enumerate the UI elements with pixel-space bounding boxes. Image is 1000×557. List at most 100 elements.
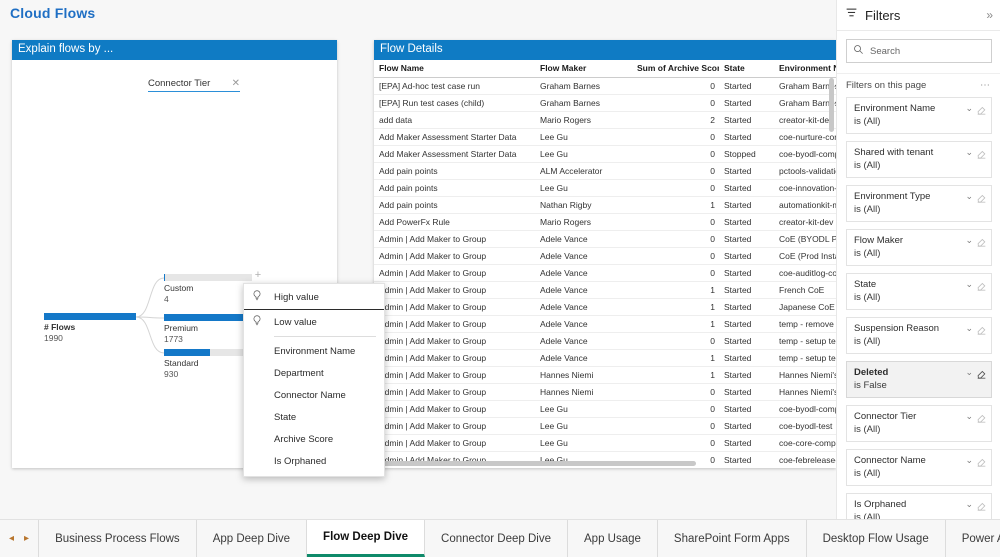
table-row[interactable]: Add pain pointsNathan Rigby1Startedautom…: [374, 197, 836, 214]
table-row[interactable]: Admin | Add Maker to GroupLee Gu0Started…: [374, 401, 836, 418]
eraser-icon[interactable]: [976, 102, 987, 120]
table-row[interactable]: add dataMario Rogers2Startedcreator-kit-…: [374, 112, 836, 129]
filter-card[interactable]: Environment Typeis (All)⌄: [846, 185, 992, 222]
table-body[interactable]: Flow Name Flow Maker Sum of Archive Scor…: [374, 60, 836, 468]
chevron-down-icon[interactable]: ⌄: [965, 499, 973, 510]
page-tab[interactable]: App Deep Dive: [197, 520, 307, 557]
chevron-down-icon[interactable]: ⌄: [965, 235, 973, 246]
page-tab[interactable]: Connector Deep Dive: [425, 520, 568, 557]
table-row[interactable]: Admin | Add Maker to GroupAdele Vance1St…: [374, 282, 836, 299]
page-tab[interactable]: App Usage: [568, 520, 658, 557]
report-page: Cloud Flows Explain flows by ... Connect…: [0, 0, 1000, 557]
filter-card[interactable]: Connector Nameis (All)⌄: [846, 449, 992, 486]
context-menu-item[interactable]: High value: [244, 286, 384, 308]
chevron-down-icon[interactable]: ⌄: [965, 323, 973, 334]
chevron-down-icon[interactable]: ⌄: [965, 103, 973, 114]
chevron-down-icon[interactable]: ⌄: [965, 147, 973, 158]
close-icon[interactable]: ✕: [232, 79, 240, 88]
table-row[interactable]: Admin | Add Maker to GroupHannes Niemi1S…: [374, 367, 836, 384]
chevron-down-icon[interactable]: ⌄: [965, 455, 973, 466]
chevron-down-icon[interactable]: ⌄: [965, 411, 973, 422]
eraser-icon[interactable]: [976, 278, 987, 296]
table-row[interactable]: Add pain pointsLee Gu0Startedcoe-innovat…: [374, 180, 836, 197]
filter-card[interactable]: Flow Makeris (All)⌄: [846, 229, 992, 266]
eraser-icon[interactable]: [976, 366, 987, 384]
tree-node-premium[interactable]: + Premium 1773: [164, 314, 252, 345]
filter-card[interactable]: Shared with tenantis (All)⌄: [846, 141, 992, 178]
table-row[interactable]: Add PowerFx RuleMario Rogers0Startedcrea…: [374, 214, 836, 231]
table-row[interactable]: Admin | Add Maker to GroupAdele Vance1St…: [374, 316, 836, 333]
column-header-environment-name[interactable]: Environment Name: [774, 60, 836, 78]
eraser-icon[interactable]: [976, 190, 987, 208]
page-tab[interactable]: Desktop Flow Usage: [807, 520, 946, 557]
table-row[interactable]: Add Maker Assessment Starter DataLee Gu0…: [374, 146, 836, 163]
scrollbar-thumb[interactable]: [829, 78, 834, 132]
context-menu-item[interactable]: Is Orphaned: [244, 450, 384, 472]
filter-card[interactable]: Environment Nameis (All)⌄: [846, 97, 992, 134]
table-horizontal-scrollbar[interactable]: [376, 461, 828, 466]
context-menu-item[interactable]: Connector Name: [244, 384, 384, 406]
eraser-icon[interactable]: [976, 410, 987, 428]
filter-card[interactable]: Connector Tieris (All)⌄: [846, 405, 992, 442]
table-vertical-scrollbar[interactable]: [829, 78, 834, 464]
table-row[interactable]: Add pain pointsALM Accelerator0Startedpc…: [374, 163, 836, 180]
page-tab[interactable]: SharePoint Form Apps: [658, 520, 807, 557]
cell-archive-score: 0: [632, 146, 719, 163]
tree-node-context-menu[interactable]: High value Low value Environment NameDepar…: [243, 283, 385, 477]
eraser-icon[interactable]: [976, 454, 987, 472]
table-row[interactable]: Admin | Add Maker to GroupHannes Niemi0S…: [374, 384, 836, 401]
chevron-down-icon[interactable]: ⌄: [965, 367, 973, 378]
context-menu-item[interactable]: Archive Score: [244, 428, 384, 450]
triangle-left-icon[interactable]: ◂: [9, 534, 14, 544]
filter-card[interactable]: Stateis (All)⌄: [846, 273, 992, 310]
column-header-archive-score[interactable]: Sum of Archive Score: [632, 60, 719, 78]
table-row[interactable]: Admin | Add Maker to GroupLee Gu0Started…: [374, 435, 836, 452]
ellipsis-icon[interactable]: ⋯: [980, 80, 991, 91]
table-row[interactable]: Admin | Add Maker to GroupAdele Vance0St…: [374, 248, 836, 265]
cell-state: Started: [719, 163, 774, 180]
context-menu-item[interactable]: Low value: [244, 311, 384, 333]
filter-card[interactable]: Deletedis False⌄: [846, 361, 992, 398]
triangle-right-icon[interactable]: ▸: [24, 534, 29, 544]
column-header-state[interactable]: State: [719, 60, 774, 78]
context-menu-item[interactable]: Department: [244, 362, 384, 384]
tree-node-custom[interactable]: + Custom 4: [164, 274, 252, 305]
eraser-icon[interactable]: [976, 498, 987, 516]
table-row[interactable]: Admin | Add Maker to GroupAdele Vance1St…: [374, 350, 836, 367]
cell-archive-score: 0: [632, 333, 719, 350]
table-row[interactable]: Admin | Add Maker to GroupAdele Vance0St…: [374, 265, 836, 282]
context-menu-item[interactable]: State: [244, 406, 384, 428]
cell-flow-maker: Adele Vance: [535, 231, 632, 248]
column-header-flow-name[interactable]: Flow Name: [374, 60, 535, 78]
search-input[interactable]: [870, 46, 985, 57]
table-row[interactable]: Admin | Add Maker to GroupAdele Vance0St…: [374, 231, 836, 248]
eraser-icon[interactable]: [976, 234, 987, 252]
table-row[interactable]: Add Maker Assessment Starter DataLee Gu0…: [374, 129, 836, 146]
page-tab[interactable]: Power Apps Adoption: [946, 520, 1000, 557]
column-header-flow-maker[interactable]: Flow Maker: [535, 60, 632, 78]
table-row[interactable]: [EPA] Run test cases (child)Graham Barne…: [374, 95, 836, 112]
cell-flow-maker: Graham Barnes: [535, 78, 632, 95]
eraser-icon[interactable]: [976, 322, 987, 340]
table-row[interactable]: Admin | Add Maker to GroupAdele Vance1St…: [374, 299, 836, 316]
scrollbar-thumb[interactable]: [376, 461, 696, 466]
filter-card[interactable]: Is Orphanedis (All)⌄: [846, 493, 992, 520]
double-chevron-right-icon[interactable]: »: [986, 8, 993, 22]
table-row[interactable]: [EPA] Ad-hoc test case runGraham Barnes0…: [374, 78, 836, 95]
cell-archive-score: 0: [632, 248, 719, 265]
expand-node-icon[interactable]: +: [253, 270, 263, 281]
page-tab[interactable]: Flow Deep Dive: [307, 520, 425, 557]
filter-card[interactable]: Suspension Reasonis (All)⌄: [846, 317, 992, 354]
search-box[interactable]: [846, 39, 992, 63]
context-menu-item[interactable]: Environment Name: [244, 340, 384, 362]
eraser-icon[interactable]: [976, 146, 987, 164]
chevron-down-icon[interactable]: ⌄: [965, 191, 973, 202]
page-tab[interactable]: Business Process Flows: [39, 520, 197, 557]
tree-node-standard[interactable]: + Standard 930: [164, 349, 252, 380]
tree-node-root[interactable]: # Flows 1990: [44, 313, 136, 344]
page-tab-label: Desktop Flow Usage: [823, 533, 929, 545]
chevron-down-icon[interactable]: ⌄: [965, 279, 973, 290]
table-row[interactable]: Admin | Add Maker to GroupAdele Vance0St…: [374, 333, 836, 350]
explain-by-field[interactable]: Connector Tier ✕: [148, 78, 240, 92]
table-row[interactable]: Admin | Add Maker to GroupLee Gu0Started…: [374, 418, 836, 435]
